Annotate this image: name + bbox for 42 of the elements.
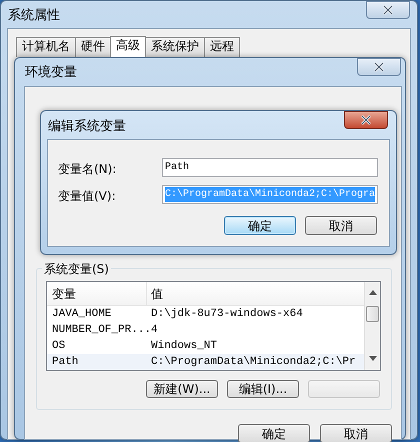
button[interactable]: 取消 xyxy=(305,216,377,235)
variable-value: 4 xyxy=(150,322,158,338)
field-label: 变量名(N): xyxy=(58,161,116,178)
window-title: 系统属性 xyxy=(8,7,60,25)
button[interactable]: 取消 xyxy=(320,424,392,442)
tab[interactable]: 硬件 xyxy=(75,37,111,57)
scrollbar[interactable] xyxy=(364,282,380,370)
tab[interactable]: 远程 xyxy=(204,37,240,57)
close-icon xyxy=(373,62,385,72)
list-row[interactable]: Path C:\ProgramData\Miniconda2;C:\Pr xyxy=(47,354,364,370)
button[interactable]: 新建(W)... xyxy=(146,380,218,398)
field-label: 变量值(V): xyxy=(58,188,116,205)
column-header[interactable]: 变量 xyxy=(47,282,147,306)
tab[interactable]: 系统保护 xyxy=(145,37,205,57)
button[interactable]: 确定 xyxy=(238,424,310,442)
scroll-thumb[interactable] xyxy=(366,306,379,322)
tab[interactable]: 计算机名 xyxy=(16,37,76,57)
tab[interactable]: 高级 xyxy=(110,36,146,57)
close-button[interactable] xyxy=(344,111,388,129)
column-header[interactable]: 值 xyxy=(147,284,163,302)
button[interactable]: 编辑(I)... xyxy=(227,380,299,398)
variable-name: NUMBER_OF_PR... xyxy=(51,322,147,338)
scroll-up-icon[interactable] xyxy=(369,290,377,295)
button[interactable]: 确定 xyxy=(224,216,296,235)
dialog-title: 编辑系统变量 xyxy=(48,118,126,136)
list-row[interactable]: JAVA_HOME D:\jdk-8u73-windows-x64 xyxy=(47,306,364,322)
scroll-down-icon[interactable] xyxy=(369,356,377,361)
close-button[interactable] xyxy=(357,58,401,76)
variable-value: Windows_NT xyxy=(150,338,218,354)
variable-name: Path xyxy=(51,354,80,370)
variable-value: D:\jdk-8u73-windows-x64 xyxy=(150,306,303,322)
list-row[interactable]: NUMBER_OF_PR...4 xyxy=(47,322,364,338)
input-field[interactable]: Path xyxy=(162,158,378,177)
dialog-title: 环境变量 xyxy=(25,64,77,82)
close-button[interactable] xyxy=(366,1,410,19)
list-row[interactable]: OS Windows_NT xyxy=(47,338,364,354)
close-icon xyxy=(382,5,394,15)
variable-name: JAVA_HOME xyxy=(51,306,112,322)
variable-value: C:\ProgramData\Miniconda2;C:\Pr xyxy=(150,354,356,370)
close-icon xyxy=(360,115,372,125)
group-label: 系统变量(S) xyxy=(42,260,111,278)
variable-name: OS xyxy=(51,338,66,354)
